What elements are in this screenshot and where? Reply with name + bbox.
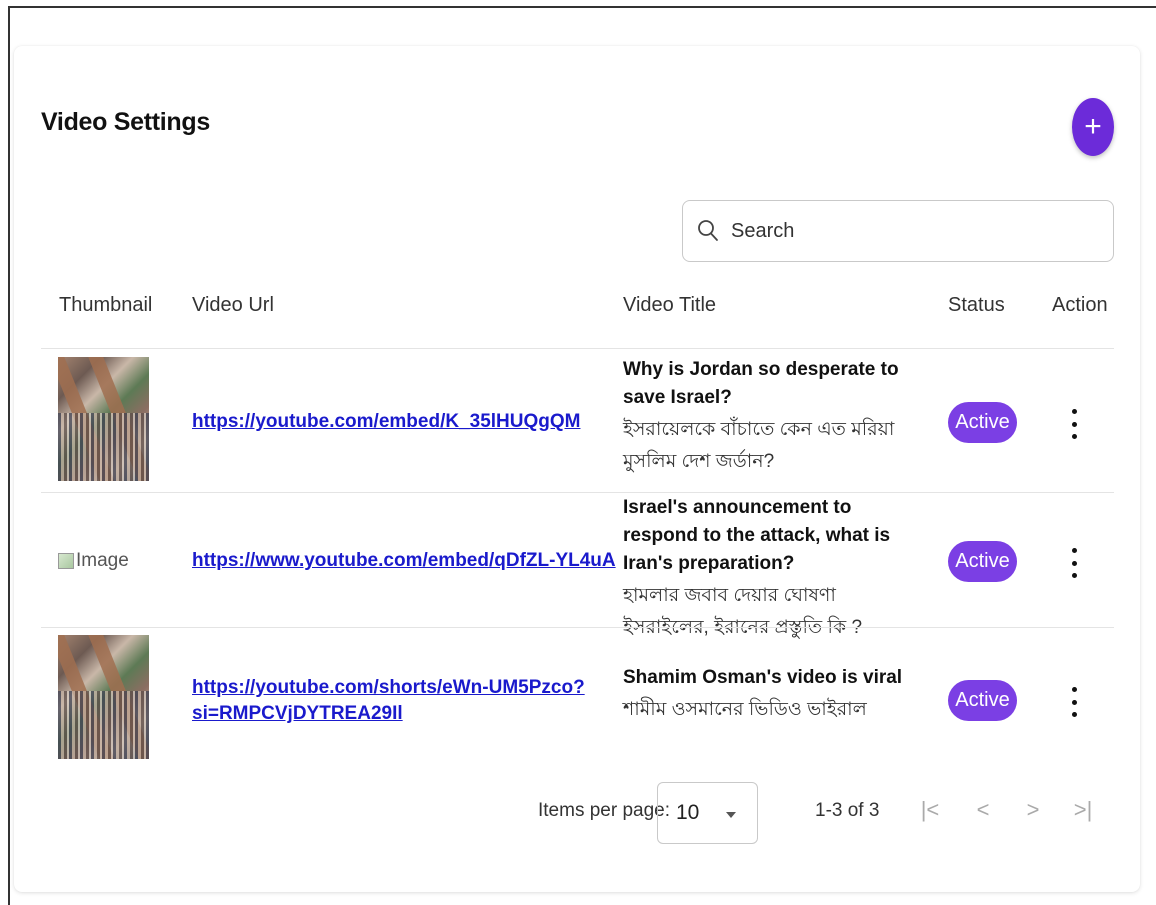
video-url-link[interactable]: https://www.youtube.com/embed/qDfZL-YL4u… <box>192 548 616 574</box>
video-title-cell: Why is Jordan so desperate to save Israe… <box>623 356 923 478</box>
header-action: Action <box>1052 294 1108 316</box>
status-badge[interactable]: Active <box>948 541 1017 582</box>
video-title-bangla: শামীম ওসমানের ভিডিও ভাইরাল <box>623 699 867 720</box>
video-url-link[interactable]: https://youtube.com/shorts/eWn-UM5Pzco? … <box>192 675 585 727</box>
items-per-page-select[interactable]: 10 <box>657 782 758 844</box>
video-settings-card <box>14 46 1140 892</box>
video-thumbnail <box>58 635 149 759</box>
video-url-line: si=RMPCVjDYTREA29Il <box>192 703 403 724</box>
video-title-english: Israel's announcement to respond to the … <box>623 497 891 574</box>
chevron-left-icon[interactable]: < <box>971 797 995 823</box>
video-title-english: Shamim Osman's video is viral <box>623 667 903 688</box>
video-url-link[interactable]: https://youtube.com/embed/K_35lHUQgQM <box>192 409 580 435</box>
search-icon <box>698 220 718 241</box>
header-status: Status <box>948 294 1005 316</box>
video-thumbnail <box>58 357 149 481</box>
header-video-url: Video Url <box>192 294 274 316</box>
search-input[interactable] <box>731 219 1091 243</box>
header-divider <box>41 348 1114 349</box>
image-alt-text: Image <box>76 550 129 571</box>
video-title-cell: Israel's announcement to respond to the … <box>623 494 923 644</box>
broken-image-icon <box>58 553 74 569</box>
chevron-right-icon[interactable]: > <box>1021 797 1045 823</box>
row-divider <box>41 627 1114 628</box>
video-title-english: Why is Jordan so desperate to save Israe… <box>623 359 899 408</box>
status-badge[interactable]: Active <box>948 402 1017 443</box>
first-page-icon[interactable]: |< <box>918 797 942 823</box>
more-actions-icon[interactable] <box>1064 548 1084 578</box>
chevron-down-icon <box>726 812 736 818</box>
row-divider <box>41 492 1114 493</box>
video-title-bangla: ইসরায়েলকে বাঁচাতে কেন এত মরিয়া মুসলিম … <box>623 419 895 472</box>
header-thumbnail: Thumbnail <box>59 294 153 316</box>
more-actions-icon[interactable] <box>1064 687 1084 717</box>
page-range-label: 1-3 of 3 <box>815 800 880 821</box>
plus-icon: + <box>1084 110 1102 143</box>
last-page-icon[interactable]: >| <box>1071 797 1095 823</box>
search-box[interactable] <box>682 200 1114 262</box>
broken-image-thumbnail: Image <box>58 550 129 572</box>
video-url-line: https://youtube.com/shorts/eWn-UM5Pzco? <box>192 677 585 698</box>
items-per-page-label: Items per page: <box>538 800 671 821</box>
header-video-title: Video Title <box>623 294 717 316</box>
page-title: Video Settings <box>41 108 210 136</box>
video-title-bangla: হামলার জবাব দেয়ার ঘোষণা ইসরাইলের, ইরানে… <box>623 585 863 638</box>
add-video-button[interactable]: + <box>1072 98 1114 156</box>
more-actions-icon[interactable] <box>1064 409 1084 439</box>
video-title-cell: Shamim Osman's video is viral শামীম ওসমা… <box>623 664 923 726</box>
items-per-page-value: 10 <box>676 801 700 824</box>
status-badge[interactable]: Active <box>948 680 1017 721</box>
